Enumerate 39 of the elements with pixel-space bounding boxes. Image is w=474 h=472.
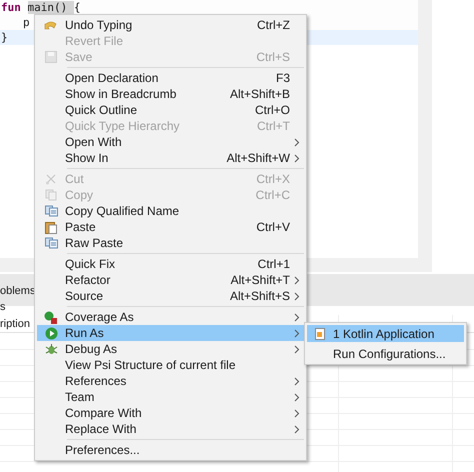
undo-arrow-icon <box>44 19 58 31</box>
menu-item[interactable]: Show In Alt+Shift+W <box>37 150 304 166</box>
menu-item[interactable]: Coverage As <box>37 309 304 325</box>
copy-pages-icon <box>44 237 58 249</box>
menu-item[interactable]: Refactor Alt+Shift+T <box>37 272 304 288</box>
menu-item[interactable]: Team <box>37 389 304 405</box>
panel-tab[interactable]: oblems <box>0 283 36 300</box>
copy-pages-icon <box>44 205 58 217</box>
panel-text: s <box>0 300 6 315</box>
code-line: } <box>1 31 8 44</box>
menu-item[interactable]: Copy Qualified Name <box>37 203 304 219</box>
menu-item[interactable]: Open Declaration F3 <box>37 70 304 86</box>
menu-item[interactable]: Preferences... <box>37 442 304 458</box>
menu-item[interactable]: Source Alt+Shift+S <box>37 288 304 304</box>
document-icon <box>315 328 325 340</box>
menu-item[interactable]: Compare With <box>37 405 304 421</box>
menu-item[interactable]: Paste Ctrl+V <box>37 219 304 235</box>
menu-item[interactable]: Replace With <box>37 421 304 437</box>
scissors-icon <box>45 173 57 185</box>
menu-item[interactable]: Run As <box>37 325 304 341</box>
menu-item[interactable]: Undo Typing Ctrl+Z <box>37 17 304 33</box>
menu-item[interactable]: Quick Fix Ctrl+1 <box>37 256 304 272</box>
menu-item[interactable]: References <box>37 373 304 389</box>
column-header: ription <box>0 317 30 332</box>
run-icon <box>44 326 58 340</box>
menu-item[interactable]: Show in Breadcrumb Alt+Shift+B <box>37 86 304 102</box>
coverage-run-icon <box>44 310 58 324</box>
menu-item[interactable]: Open With <box>37 134 304 150</box>
code-line: p <box>22 16 30 29</box>
copy-pages-icon <box>45 189 57 201</box>
menu-item[interactable]: Run Configurations... <box>307 345 464 362</box>
menu-item[interactable]: Debug As <box>37 341 304 357</box>
bug-icon <box>44 342 58 356</box>
clipboard-icon <box>45 220 57 234</box>
code-line: fun main() { <box>1 1 80 14</box>
menu-item[interactable]: Quick Outline Ctrl+O <box>37 102 304 118</box>
menu-item[interactable]: 1 Kotlin Application <box>307 325 464 342</box>
menu-item[interactable]: Raw Paste <box>37 235 304 251</box>
menu-item[interactable]: View Psi Structure of current file <box>37 357 304 373</box>
